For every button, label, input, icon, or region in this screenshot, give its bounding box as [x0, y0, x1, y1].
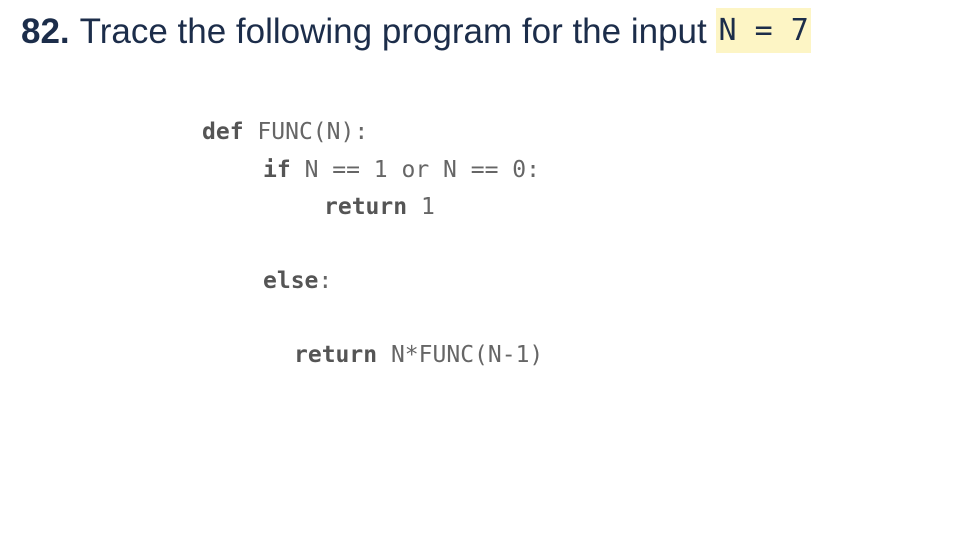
keyword-return: return: [324, 194, 408, 220]
code-def-rest: FUNC(N):: [257, 119, 369, 145]
question-heading: 82. Trace the following program for the i…: [21, 8, 811, 56]
code-line-return-recursive: return N*FUNC(N-1): [294, 337, 543, 373]
code-else-rest: :: [318, 268, 333, 294]
question-text: Trace the following program for the inpu…: [79, 12, 707, 51]
code-if-rest: N == 1 or N == 0:: [304, 157, 540, 183]
code-line-if: if N == 1 or N == 0:: [263, 152, 540, 188]
keyword-else: else: [263, 268, 319, 294]
input-value-highlight: N = 7: [716, 8, 811, 53]
code-line-return-base: return 1: [324, 189, 435, 225]
code-line-else: else:: [263, 263, 332, 299]
slide: 82. Trace the following program for the i…: [0, 0, 960, 540]
keyword-return-recursive: return: [294, 342, 378, 368]
keyword-def: def: [202, 119, 244, 145]
code-return-base-rest: 1: [420, 194, 435, 220]
code-return-recursive-rest: N*FUNC(N-1): [390, 342, 544, 368]
question-number: 82.: [21, 12, 70, 51]
keyword-if: if: [263, 157, 291, 183]
code-line-def: def FUNC(N):: [202, 114, 368, 150]
